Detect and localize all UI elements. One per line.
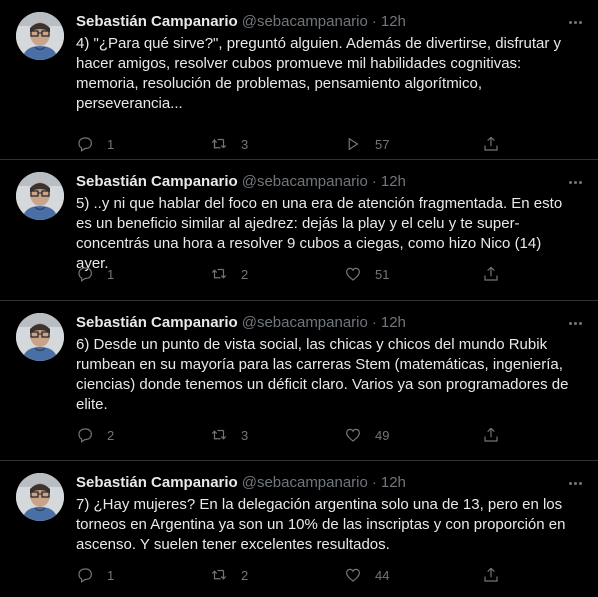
retweet-button[interactable]: 2 — [210, 265, 344, 283]
share-button[interactable] — [482, 134, 500, 154]
tweet[interactable]: Sebastián Campanario @sebacampanario · 1… — [0, 461, 598, 597]
tweet-time[interactable]: 12h — [381, 12, 406, 32]
share-icon — [484, 427, 498, 442]
like-icon — [346, 568, 360, 582]
reply-icon — [78, 137, 92, 152]
more-icon[interactable] — [564, 172, 586, 192]
author-handle[interactable]: @sebacampanario — [242, 172, 368, 192]
reply-button[interactable]: 1 — [76, 265, 210, 283]
tweet-header: Sebastián Campanario @sebacampanario · 1… — [76, 313, 586, 333]
tweet-text: 5) ..y ni que hablar del foco en una era… — [76, 195, 563, 272]
more-icon[interactable] — [564, 12, 586, 32]
tweet-actions: 1 2 44 — [76, 565, 506, 585]
tweet-content: Sebastián Campanario @sebacampanario · 1… — [76, 12, 586, 152]
tweet-content: Sebastián Campanario @sebacampanario · 1… — [76, 473, 586, 583]
share-icon — [484, 567, 498, 582]
like-count: 49 — [375, 427, 390, 443]
retweet-button[interactable]: 3 — [210, 135, 344, 153]
reply-button[interactable]: 1 — [76, 135, 210, 153]
separator-dot: · — [371, 314, 377, 331]
share-icon — [484, 266, 498, 281]
retweet-icon — [211, 138, 227, 149]
retweet-count: 3 — [241, 427, 249, 443]
like-count: 44 — [375, 567, 390, 583]
avatar-image — [16, 473, 64, 521]
views-icon — [348, 137, 359, 151]
retweet-icon — [211, 429, 227, 440]
like-button[interactable]: 51 — [344, 265, 478, 283]
like-button[interactable]: 44 — [344, 566, 478, 584]
share-button[interactable] — [482, 565, 500, 585]
retweet-button[interactable]: 2 — [210, 566, 344, 584]
tweet[interactable]: Sebastián Campanario @sebacampanario · 1… — [0, 0, 598, 160]
tweet-header: Sebastián Campanario @sebacampanario · 1… — [76, 172, 586, 192]
share-button[interactable] — [482, 425, 500, 445]
share-button[interactable] — [482, 264, 500, 284]
like-icon — [346, 428, 360, 442]
reply-count: 1 — [107, 266, 115, 282]
tweet-text: 4) "¿Para qué sirve?", preguntó alguien.… — [76, 35, 562, 112]
author-name[interactable]: Sebastián Campanario — [76, 172, 238, 192]
tweet-thread: Sebastián Campanario @sebacampanario · 1… — [0, 0, 598, 597]
separator-dot: · — [371, 13, 377, 30]
tweet-header: Sebastián Campanario @sebacampanario · 1… — [76, 473, 586, 493]
tweet-actions: 1 3 57 — [76, 134, 506, 154]
tweet-actions: 1 2 51 — [76, 264, 506, 284]
tweet-actions: 2 3 49 — [76, 425, 506, 445]
retweet-button[interactable]: 3 — [210, 426, 344, 444]
retweet-count: 2 — [241, 567, 249, 583]
more-icon[interactable] — [564, 313, 586, 333]
tweet-header: Sebastián Campanario @sebacampanario · 1… — [76, 12, 586, 32]
more-icon[interactable] — [564, 473, 586, 493]
avatar[interactable] — [16, 313, 64, 361]
author-handle[interactable]: @sebacampanario — [242, 12, 368, 32]
reply-count: 2 — [107, 427, 115, 443]
avatar[interactable] — [16, 473, 64, 521]
retweet-count: 3 — [241, 136, 249, 152]
tweet[interactable]: Sebastián Campanario @sebacampanario · 1… — [0, 160, 598, 301]
reply-count: 1 — [107, 136, 115, 152]
author-handle[interactable]: @sebacampanario — [242, 473, 368, 493]
tweet-text: 6) Desde un punto de vista social, las c… — [76, 336, 569, 413]
like-button[interactable]: 49 — [344, 426, 478, 444]
retweet-icon — [211, 268, 227, 279]
views-count: 57 — [375, 136, 390, 152]
avatar-image — [16, 313, 64, 361]
like-icon — [346, 267, 360, 281]
share-icon — [484, 136, 498, 151]
retweet-count: 2 — [241, 266, 249, 282]
author-handle[interactable]: @sebacampanario — [242, 313, 368, 333]
avatar-image — [16, 172, 64, 220]
tweet-time[interactable]: 12h — [381, 313, 406, 333]
tweet-time[interactable]: 12h — [381, 473, 406, 493]
like-button[interactable]: 57 — [344, 135, 478, 153]
reply-button[interactable]: 1 — [76, 566, 210, 584]
author-name[interactable]: Sebastián Campanario — [76, 12, 238, 32]
separator-dot: · — [371, 474, 377, 491]
reply-icon — [78, 568, 92, 583]
retweet-icon — [211, 569, 227, 580]
author-name[interactable]: Sebastián Campanario — [76, 473, 238, 493]
avatar-image — [16, 12, 64, 60]
avatar[interactable] — [16, 172, 64, 220]
tweet-content: Sebastián Campanario @sebacampanario · 1… — [76, 313, 586, 443]
reply-button[interactable]: 2 — [76, 426, 210, 444]
like-count: 51 — [375, 266, 390, 282]
tweet[interactable]: Sebastián Campanario @sebacampanario · 1… — [0, 301, 598, 461]
tweet-content: Sebastián Campanario @sebacampanario · 1… — [76, 172, 586, 282]
reply-icon — [78, 428, 92, 443]
tweet-time[interactable]: 12h — [381, 172, 406, 192]
tweet-text: 7) ¿Hay mujeres? En la delegación argent… — [76, 496, 566, 553]
avatar[interactable] — [16, 12, 64, 60]
reply-count: 1 — [107, 567, 115, 583]
author-name[interactable]: Sebastián Campanario — [76, 313, 238, 333]
separator-dot: · — [371, 173, 377, 190]
reply-icon — [78, 267, 92, 282]
